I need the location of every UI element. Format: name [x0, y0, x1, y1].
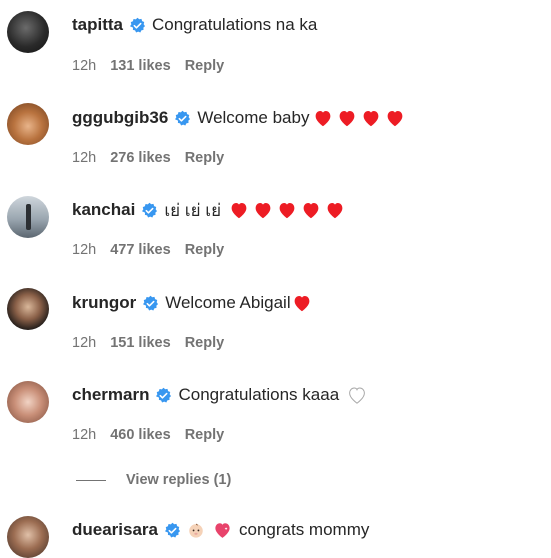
comment-username[interactable]: tapitta [72, 15, 123, 35]
verified-badge-icon [129, 17, 146, 32]
heart-emojis [292, 294, 316, 312]
sparkling-heart-icon [213, 521, 231, 539]
avatar[interactable] [7, 11, 49, 53]
heart-icon [313, 109, 333, 127]
heart-emojis [229, 201, 349, 219]
comment-text: congrats mommy [239, 520, 370, 539]
heart-icon [229, 201, 249, 219]
reply-button[interactable]: Reply [185, 150, 225, 166]
avatar[interactable] [7, 516, 49, 558]
heart-emojis [313, 109, 409, 127]
comment-text: Welcome Abigail [165, 293, 291, 312]
view-replies-divider [76, 479, 106, 481]
verified-badge-icon [156, 387, 172, 402]
heart-icon [325, 201, 345, 219]
baby-emoji-icon [187, 521, 205, 539]
comment-time: 12h [72, 427, 97, 443]
heart-icon [277, 201, 297, 219]
avatar-figure [26, 204, 31, 230]
reply-button[interactable]: Reply [185, 242, 225, 258]
likes-count[interactable]: 460 likes [110, 427, 170, 443]
comment-text: Welcome baby [197, 108, 310, 127]
likes-count[interactable]: 276 likes [110, 150, 170, 166]
reply-button[interactable]: Reply [185, 335, 225, 351]
verified-badge-icon [143, 295, 159, 310]
comment-time: 12h [72, 335, 97, 351]
heart-icon [253, 201, 273, 219]
likes-count[interactable]: 151 likes [110, 335, 170, 351]
heart-icon [292, 294, 312, 312]
reply-button[interactable]: Reply [185, 58, 225, 74]
comment-username[interactable]: chermarn [72, 385, 149, 405]
heart-icon [337, 109, 357, 127]
view-replies-button[interactable]: View replies (1) [126, 472, 231, 488]
white-heart-icon [347, 386, 367, 404]
comment-text: เย่ เย่ เย่ [164, 200, 222, 220]
comment-username[interactable]: krungor [72, 293, 136, 313]
heart-icon [361, 109, 381, 127]
avatar[interactable] [7, 288, 49, 330]
heart-icon [385, 109, 405, 127]
likes-count[interactable]: 477 likes [110, 242, 170, 258]
verified-badge-icon [142, 202, 158, 217]
heart-emojis [347, 386, 371, 404]
view-replies[interactable]: View replies (1) [76, 470, 231, 490]
heart-icon [301, 201, 321, 219]
comment-username[interactable]: kanchai [72, 200, 135, 220]
avatar[interactable] [7, 381, 49, 423]
verified-badge-icon [175, 110, 191, 125]
avatar[interactable] [7, 196, 49, 238]
comment-time: 12h [72, 242, 97, 258]
comment-text: Congratulations kaaa [178, 385, 340, 404]
comment-time: 12h [72, 58, 97, 74]
avatar[interactable] [7, 103, 49, 145]
verified-badge-icon [164, 522, 181, 537]
comment-username[interactable]: gggubgib36 [72, 108, 168, 128]
comment-time: 12h [72, 150, 97, 166]
comment-text: Congratulations na ka [152, 15, 318, 34]
likes-count[interactable]: 131 likes [110, 58, 170, 74]
comment-username[interactable]: duearisara [72, 520, 158, 540]
reply-button[interactable]: Reply [185, 427, 225, 443]
